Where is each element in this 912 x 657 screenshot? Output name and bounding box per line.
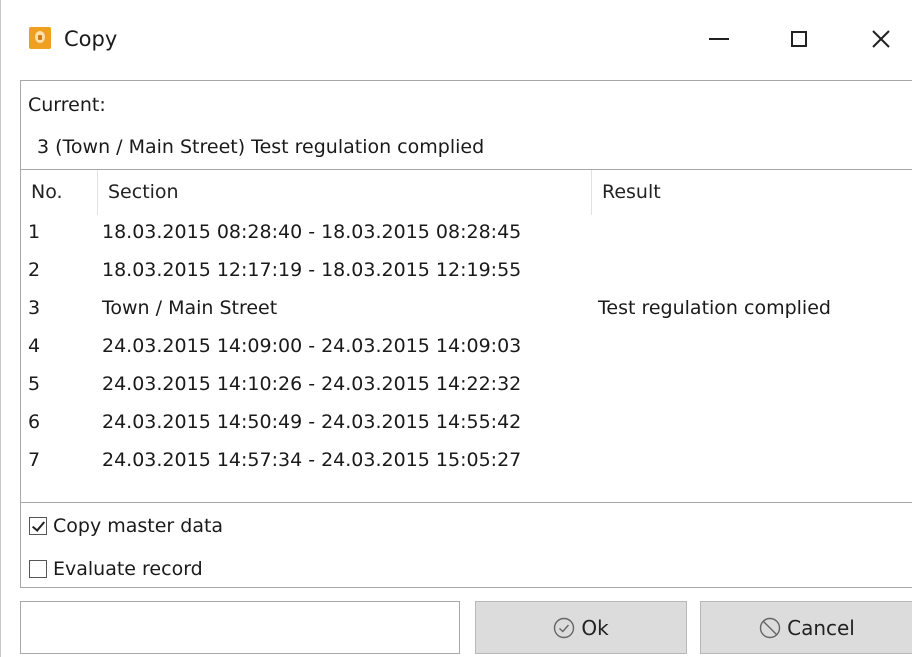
evaluate-record-label: Evaluate record	[53, 558, 203, 580]
row-no: 3	[28, 297, 41, 319]
table-row[interactable]: 4 24.03.2015 14:09:00 - 24.03.2015 14:09…	[21, 327, 912, 365]
main-panel: Current: 3 (Town / Main Street) Test reg…	[20, 80, 912, 588]
row-no: 6	[28, 411, 41, 433]
maximize-icon	[791, 31, 807, 47]
cancel-button[interactable]: Cancel	[700, 601, 912, 654]
check-circle-icon	[554, 617, 575, 638]
window-title: Copy	[64, 27, 118, 51]
current-label: Current:	[28, 94, 106, 116]
row-no: 5	[28, 373, 41, 395]
row-result: Test regulation complied	[598, 297, 831, 319]
table-header: No. Section Result	[21, 170, 912, 215]
row-section: 18.03.2015 08:28:40 - 18.03.2015 08:28:4…	[102, 221, 522, 243]
table-row[interactable]: 7 24.03.2015 14:57:34 - 24.03.2015 15:05…	[21, 441, 912, 479]
copy-dialog: Copy Current: 3 (Town / Main Street) Tes…	[0, 0, 912, 657]
copy-master-data-option[interactable]: Copy master data	[29, 511, 223, 541]
row-section: 24.03.2015 14:09:00 - 24.03.2015 14:09:0…	[102, 335, 522, 357]
row-no: 2	[28, 259, 41, 281]
table-row[interactable]: 2 18.03.2015 12:17:19 - 18.03.2015 12:19…	[21, 251, 912, 289]
close-icon	[872, 30, 890, 48]
row-section: 24.03.2015 14:10:26 - 24.03.2015 14:22:3…	[102, 373, 522, 395]
copy-master-data-checkbox[interactable]	[29, 517, 47, 535]
column-header-section[interactable]: Section	[97, 170, 591, 215]
app-logo-icon	[29, 27, 51, 49]
row-no: 7	[28, 449, 41, 471]
row-section: 24.03.2015 14:57:34 - 24.03.2015 15:05:2…	[102, 449, 522, 471]
prohibited-icon	[759, 617, 781, 638]
row-no: 1	[28, 221, 41, 243]
copy-master-data-label: Copy master data	[53, 515, 224, 537]
minimize-icon	[709, 38, 729, 40]
ok-button[interactable]: Ok	[475, 601, 687, 654]
divider	[21, 502, 912, 503]
current-value: 3 (Town / Main Street) Test regulation c…	[37, 136, 485, 158]
title-bar[interactable]: Copy	[1, 0, 912, 80]
column-header-result[interactable]: Result	[591, 170, 912, 215]
column-header-no[interactable]: No.	[21, 170, 97, 215]
table-row[interactable]: 5 24.03.2015 14:10:26 - 24.03.2015 14:22…	[21, 365, 912, 403]
status-field	[20, 601, 460, 654]
ok-label: Ok	[581, 615, 609, 640]
table-row[interactable]: 3 Town / Main Street Test regulation com…	[21, 289, 912, 327]
row-section: 18.03.2015 12:17:19 - 18.03.2015 12:19:5…	[102, 259, 522, 281]
evaluate-record-checkbox[interactable]	[29, 560, 47, 578]
maximize-button[interactable]	[769, 14, 829, 64]
table-row[interactable]: 1 18.03.2015 08:28:40 - 18.03.2015 08:28…	[21, 213, 912, 251]
close-button[interactable]	[851, 14, 911, 64]
minimize-button[interactable]	[689, 14, 749, 64]
table-row[interactable]: 6 24.03.2015 14:50:49 - 24.03.2015 14:55…	[21, 403, 912, 441]
cancel-label: Cancel	[787, 615, 855, 640]
row-no: 4	[28, 335, 41, 357]
evaluate-record-option[interactable]: Evaluate record	[29, 554, 203, 584]
row-section: 24.03.2015 14:50:49 - 24.03.2015 14:55:4…	[102, 411, 522, 433]
row-section: Town / Main Street	[102, 297, 278, 319]
